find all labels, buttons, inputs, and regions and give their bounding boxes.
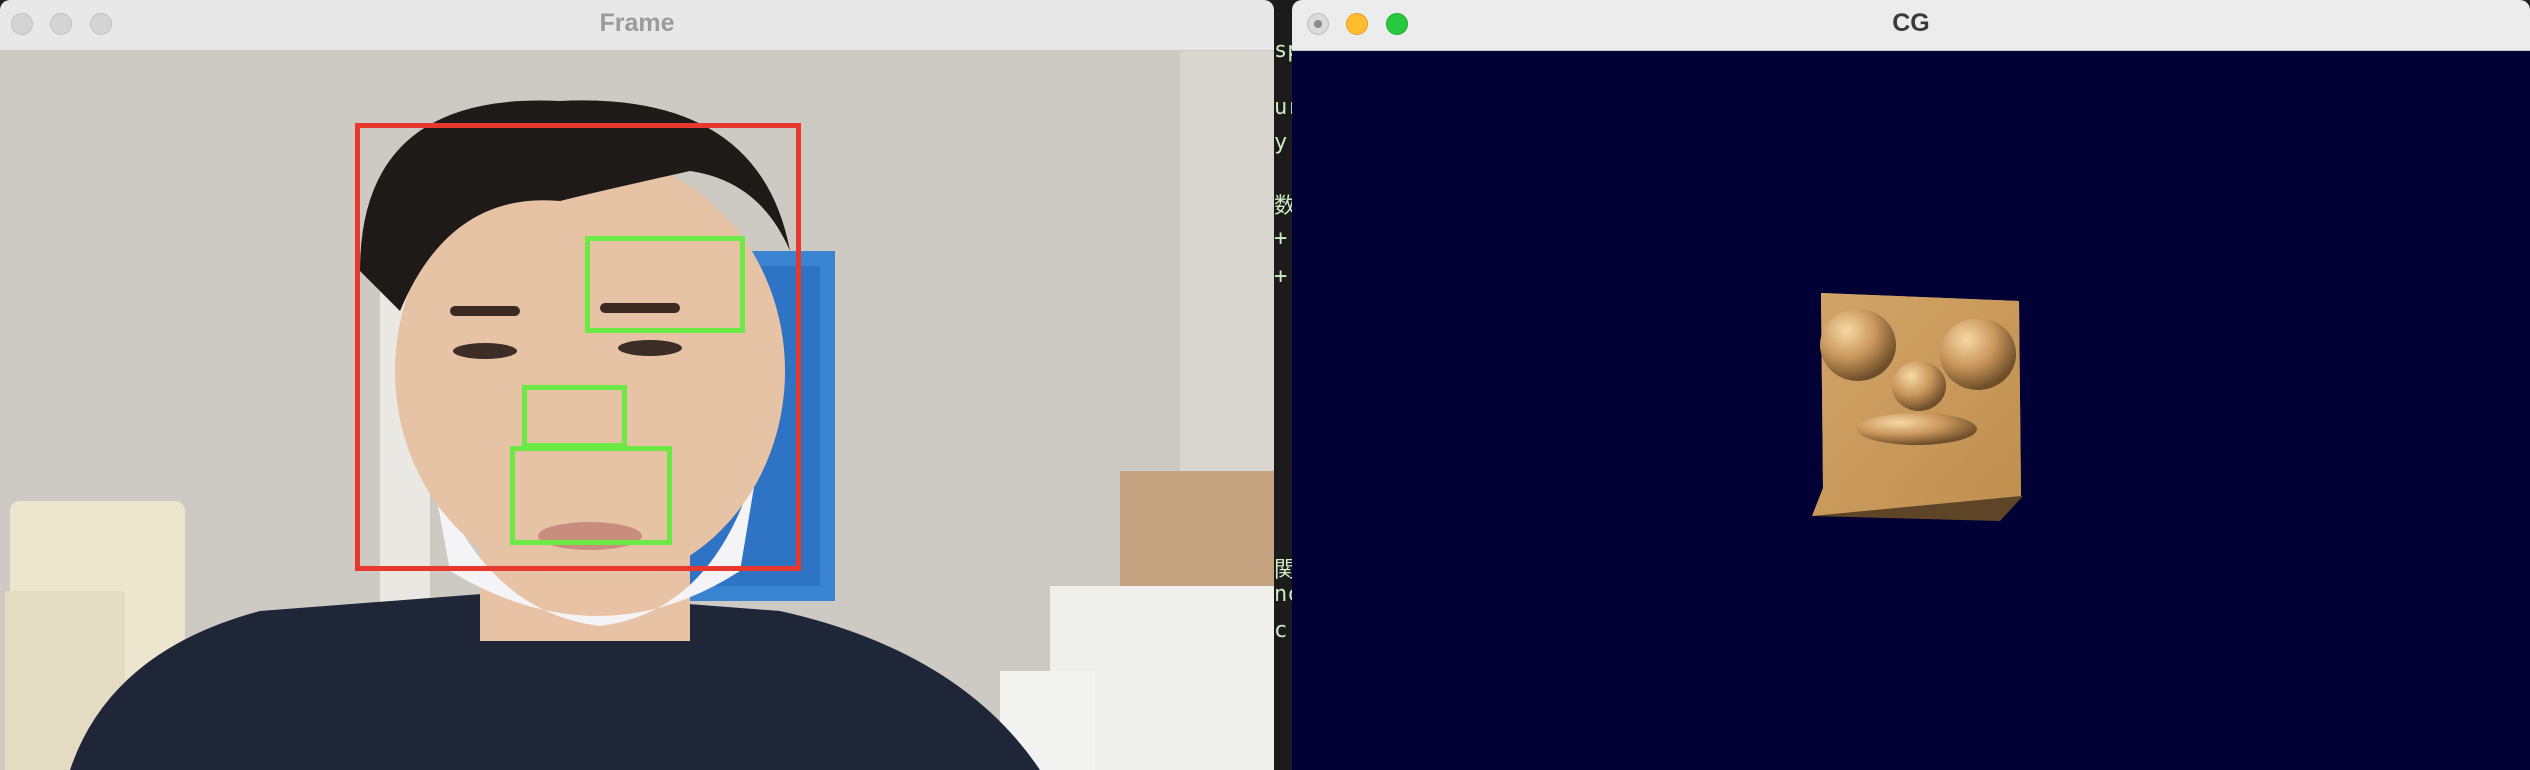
frame-titlebar[interactable]: Frame xyxy=(0,0,1274,51)
code-fragment: 数を xyxy=(1274,194,1292,219)
cg-viewport xyxy=(1292,51,2530,770)
mouth-detection-box xyxy=(510,446,672,545)
eye-detection-box xyxy=(585,236,745,333)
cg-window: CG xyxy=(1292,0,2530,770)
code-fragment: sp xyxy=(1274,38,1292,63)
code-fragment: 関数 xyxy=(1274,558,1292,583)
code-fragment: c xyxy=(1274,618,1288,643)
nose-detection-box xyxy=(522,385,627,448)
cg-face-model xyxy=(1812,293,2023,521)
code-fragment: nc xyxy=(1274,582,1292,607)
code-fragment: y xyxy=(1274,130,1288,155)
frame-window: Frame xyxy=(0,0,1274,770)
code-fragment: ur xyxy=(1274,95,1292,120)
background-editor-fragment: sp ur y 数を + + 関数 nc c xyxy=(1274,0,1292,770)
code-fragment: + xyxy=(1274,226,1288,251)
camera-feed xyxy=(0,51,1274,770)
code-fragment: + xyxy=(1274,264,1288,289)
cg-titlebar[interactable]: CG xyxy=(1292,0,2530,51)
frame-window-title: Frame xyxy=(599,9,675,37)
cg-window-title: CG xyxy=(1892,9,1930,37)
